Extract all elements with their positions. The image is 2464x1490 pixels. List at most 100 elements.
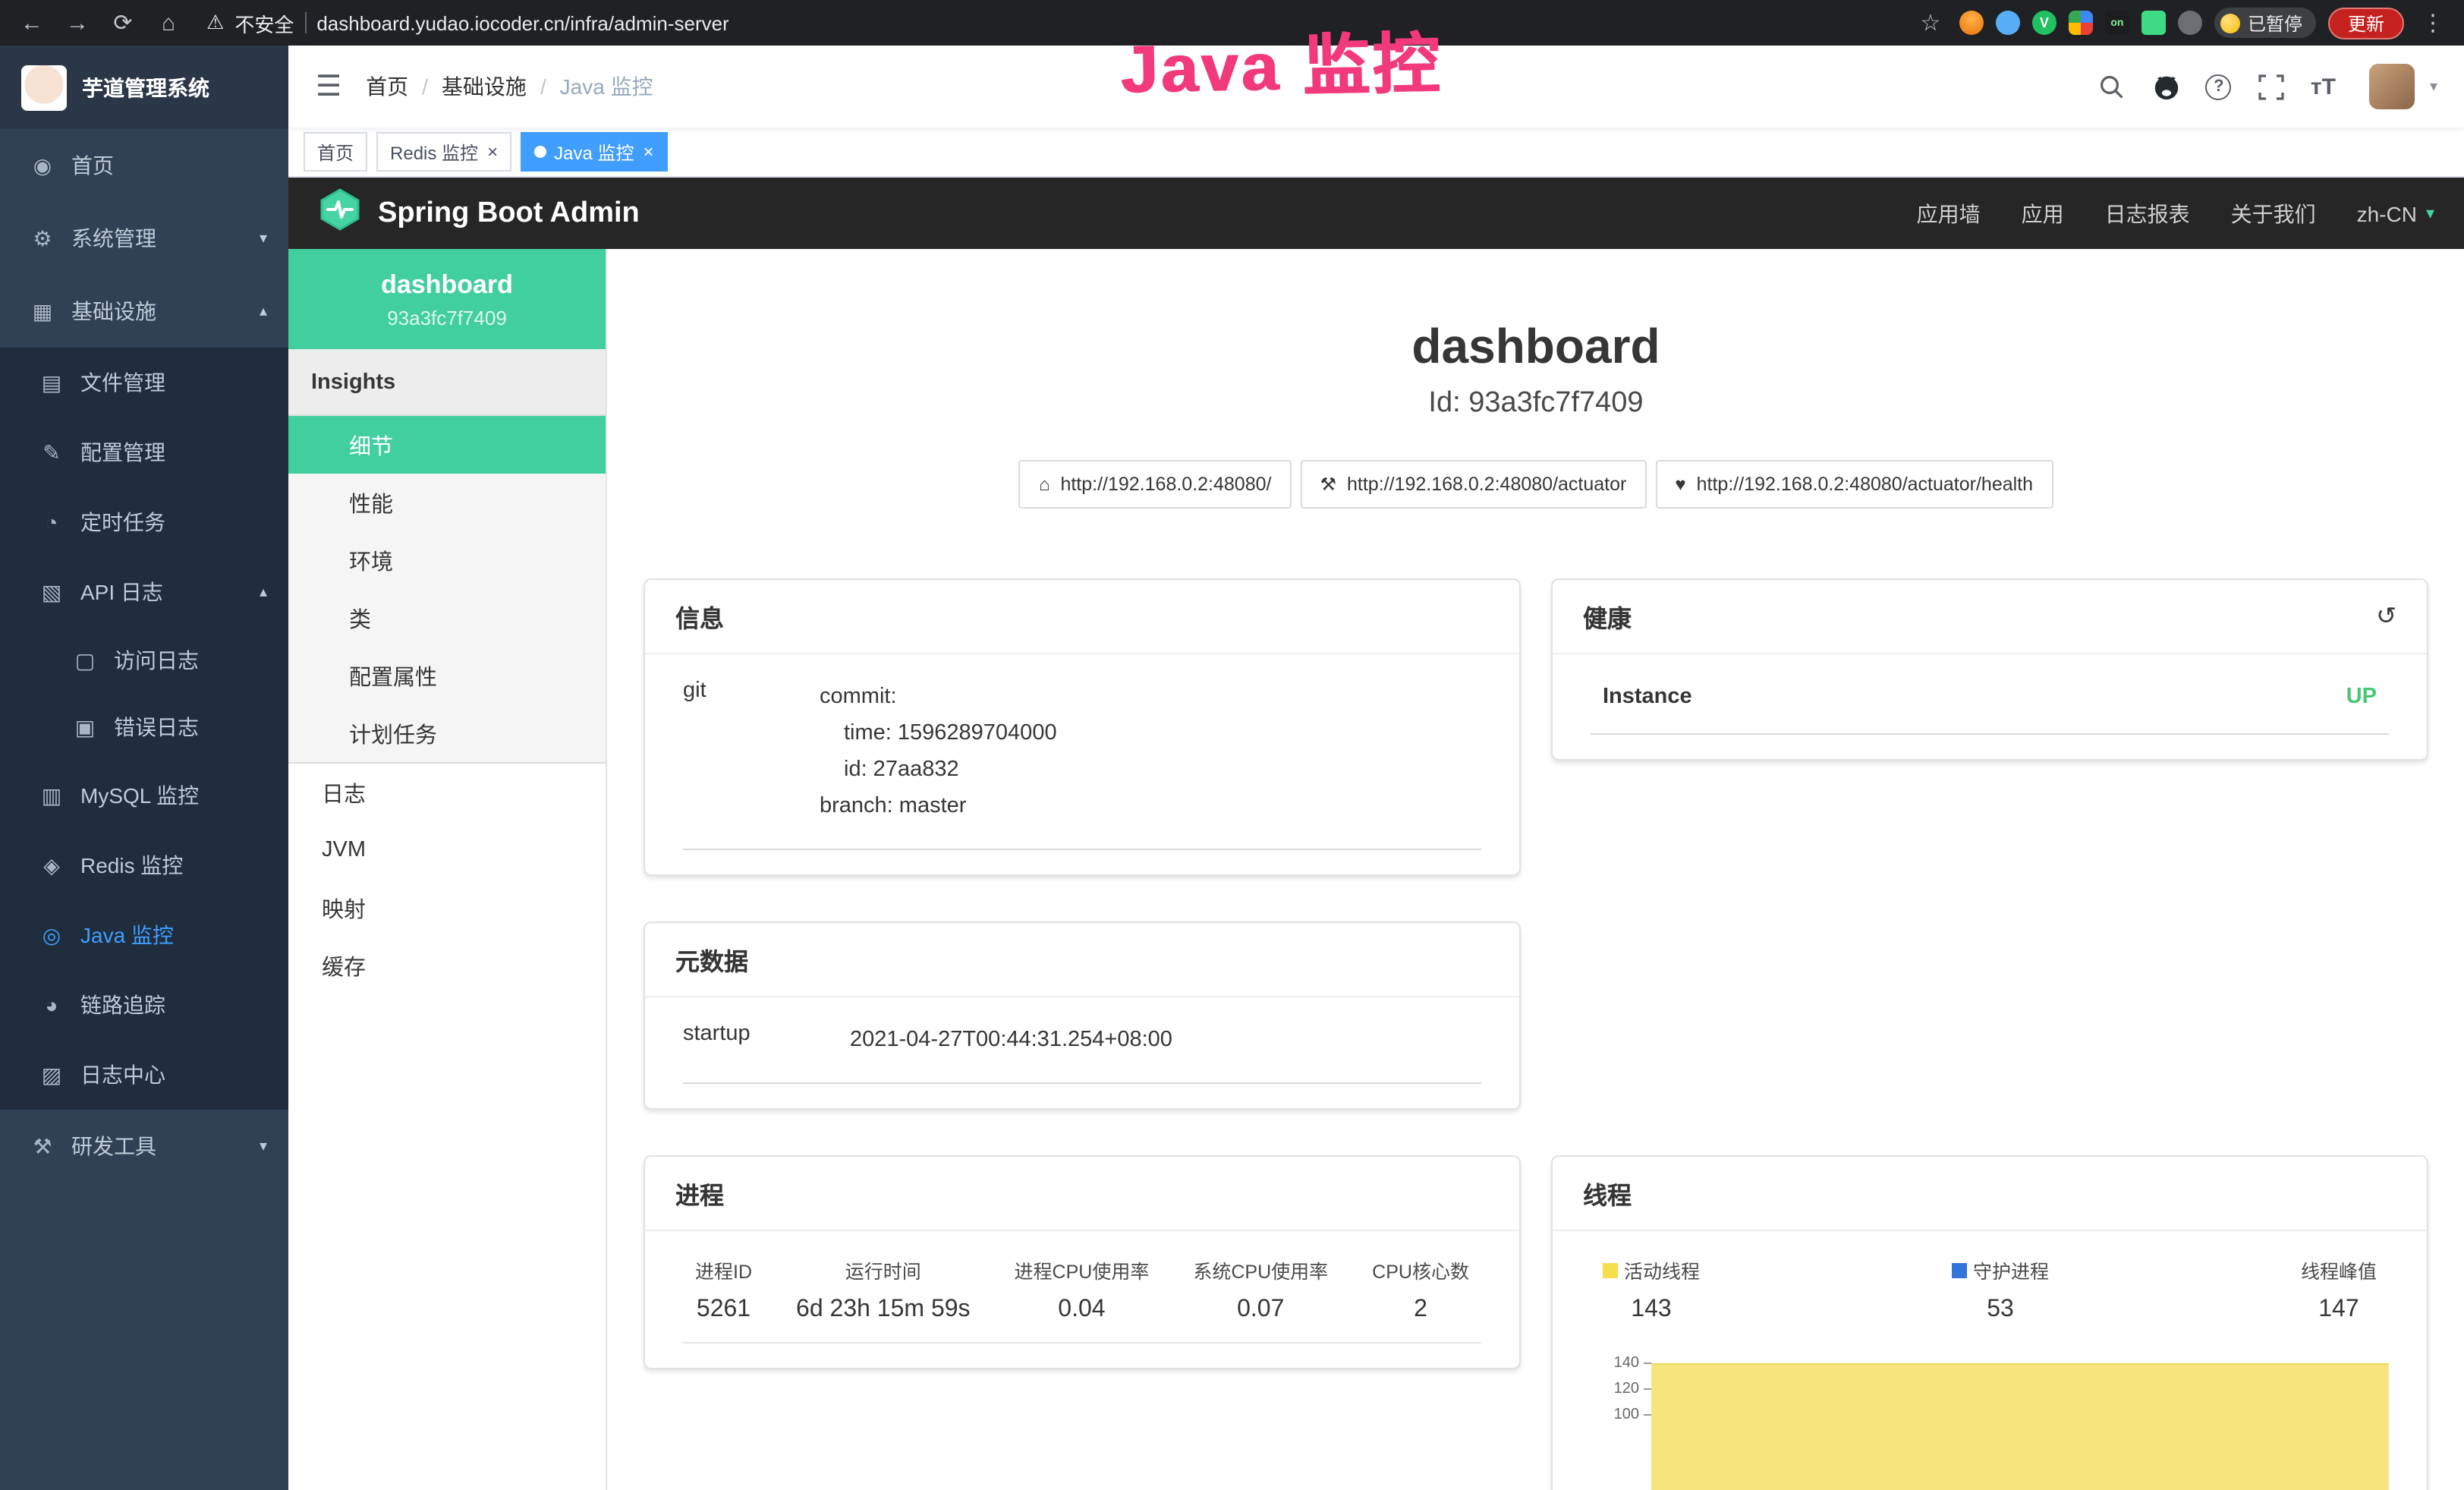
hamburger-icon[interactable]: ☰ [316, 69, 341, 104]
sba-item-config-props[interactable]: 配置属性 [288, 647, 606, 704]
breadcrumb-infrastructure[interactable]: 基础设施 [442, 71, 527, 102]
card-title: 元数据 [675, 941, 748, 978]
sba-nav-about[interactable]: 关于我们 [2231, 198, 2316, 228]
sba-item-jvm[interactable]: JVM [288, 821, 606, 879]
url-text[interactable]: dashboard.yudao.iocoder.cn/infra/admin-s… [316, 11, 729, 34]
sba-language-select[interactable]: zh-CN ▾ [2357, 201, 2434, 225]
metric-label: CPU核心数 [1372, 1255, 1469, 1284]
extension-puppeteer-icon[interactable] [2178, 11, 2202, 35]
sba-item-caches[interactable]: 缓存 [288, 937, 606, 994]
sidebar-item-config-management[interactable]: ✎配置管理 [0, 417, 288, 487]
folder-icon: ▤ [36, 370, 67, 395]
sidebar-item-file-management[interactable]: ▤文件管理 [0, 348, 288, 417]
sba-item-logs[interactable]: 日志 [288, 764, 606, 821]
sba-nav-wallboard[interactable]: 应用墙 [1917, 198, 1981, 228]
github-icon[interactable] [2151, 71, 2182, 102]
infrastructure-icon: ▦ [27, 298, 58, 324]
health-instance-row[interactable]: Instance UP [1591, 663, 2389, 735]
instance-health-link[interactable]: ♥http://192.168.0.2:48080/actuator/healt… [1655, 460, 2053, 509]
threads-chart: 140 120 100 [1591, 1354, 2389, 1490]
sidebar-item-java-monitor[interactable]: ◎Java 监控 [0, 900, 288, 970]
sba-nav-applications[interactable]: 应用 [2022, 198, 2064, 228]
spring-boot-admin-logo[interactable] [319, 188, 361, 238]
sidebar-item-label: 错误日志 [114, 712, 199, 742]
log-icon: ▧ [36, 579, 67, 605]
extension-check-icon[interactable]: V [2032, 11, 2056, 35]
sidebar-item-label: 配置管理 [80, 437, 165, 468]
browser-menu-icon[interactable]: ⋮ [2416, 9, 2450, 36]
sidebar-item-scheduled-jobs[interactable]: ◔ 定时任务 [0, 487, 288, 557]
sidebar-item-label: 定时任务 [80, 507, 165, 537]
help-icon[interactable]: ? [2206, 74, 2232, 99]
close-icon[interactable]: × [643, 143, 653, 161]
document-icon: ▣ [70, 714, 100, 740]
y-tick: 120 [1614, 1381, 1639, 1397]
tabs-bar: 首页 Redis 监控× Java 监控× [288, 128, 2464, 178]
chrome-update-button[interactable]: 更新 [2328, 7, 2404, 39]
home-icon[interactable]: ⌂ [152, 10, 185, 36]
instance-id-line: Id: 93a3fc7f7409 [644, 387, 2428, 421]
breadcrumb: 首页 / 基础设施 / Java 监控 [366, 71, 653, 102]
instance-actuator-link[interactable]: ⚒http://192.168.0.2:48080/actuator [1300, 460, 1646, 509]
metric-system-cpu: 系统CPU使用率0.07 [1193, 1255, 1328, 1324]
instance-id: 93a3fc7f7409 [301, 307, 593, 329]
fullscreen-icon[interactable] [2256, 71, 2286, 102]
sidebar-item-mysql-monitor[interactable]: ▥MySQL 监控 [0, 761, 288, 830]
tab-java-monitor[interactable]: Java 监控× [521, 132, 667, 172]
sidebar-item-access-logs[interactable]: ▢访问日志 [0, 627, 288, 694]
profile-paused-badge[interactable]: 已暂停 [2214, 8, 2316, 38]
timer-icon: ◔ [36, 510, 67, 534]
log-center-icon: ▨ [36, 1062, 67, 1088]
sidebar-item-system[interactable]: ⚙系统管理▾ [0, 202, 288, 275]
forward-icon[interactable]: → [61, 10, 94, 36]
extension-drop-icon[interactable] [1996, 11, 2020, 35]
metric-peak-threads: 线程峰值147 [2301, 1255, 2377, 1324]
sba-item-scheduled-tasks[interactable]: 计划任务 [288, 704, 606, 762]
tab-redis-monitor[interactable]: Redis 监控× [376, 132, 511, 172]
sba-item-environment[interactable]: 环境 [288, 531, 606, 589]
font-size-icon[interactable]: тT [2311, 74, 2336, 99]
extension-fox-icon[interactable] [1959, 11, 1984, 35]
info-git-row: git commit: time: 1596289704000 id: 27aa… [683, 663, 1481, 850]
close-icon[interactable]: × [487, 143, 498, 161]
reload-icon[interactable]: ⟳ [106, 9, 140, 36]
sba-item-classes[interactable]: 类 [288, 589, 606, 647]
language-label: zh-CN [2357, 201, 2417, 225]
sidebar-item-home[interactable]: ◉首页 [0, 129, 288, 202]
refresh-history-icon[interactable]: ↺ [2376, 601, 2396, 632]
chevron-up-icon: ▴ [260, 303, 267, 320]
chevron-down-icon[interactable]: ▾ [2430, 78, 2437, 95]
breadcrumb-separator: / [422, 74, 428, 99]
dashboard-icon: ◉ [27, 153, 58, 178]
sba-brand[interactable]: Spring Boot Admin [378, 197, 640, 230]
user-avatar[interactable] [2369, 64, 2415, 109]
sidebar-item-infrastructure[interactable]: ▦基础设施▴ [0, 275, 288, 348]
sidebar-item-api-logs[interactable]: ▧API 日志▴ [0, 557, 288, 627]
security-label[interactable]: 不安全 [234, 8, 294, 37]
chevron-down-icon: ▾ [2426, 203, 2434, 223]
sidebar-item-error-logs[interactable]: ▣ 错误日志 [0, 694, 288, 761]
logo-image [21, 65, 67, 110]
legend-label: 活动线程 [1624, 1255, 1700, 1284]
extension-grid-icon[interactable] [2069, 11, 2093, 35]
back-icon[interactable]: ← [15, 10, 49, 36]
sba-item-mappings[interactable]: 映射 [288, 879, 606, 937]
tab-home[interactable]: 首页 [304, 132, 367, 172]
address-bar[interactable]: ⚠ 不安全 dashboard.yudao.iocoder.cn/infra/a… [197, 8, 1902, 37]
sidebar-item-log-center[interactable]: ▨日志中心 [0, 1040, 288, 1110]
extension-leaf-icon[interactable] [2141, 11, 2166, 35]
info-card: 信息 git commit: time: 1596289704000 id: 2… [644, 578, 1521, 876]
instance-home-link[interactable]: ⌂http://192.168.0.2:48080/ [1019, 460, 1292, 509]
breadcrumb-home[interactable]: 首页 [366, 71, 408, 102]
search-icon[interactable] [2097, 71, 2127, 102]
sidebar-item-tracing[interactable]: ◕链路追踪 [0, 970, 288, 1040]
sba-item-metrics[interactable]: 性能 [288, 474, 606, 531]
metric-label: 进程ID [695, 1255, 752, 1284]
metric-pid: 进程ID5261 [695, 1255, 752, 1324]
extension-on-badge-icon[interactable]: on [2105, 11, 2129, 35]
sidebar-item-dev-tools[interactable]: ⚒研发工具▾ [0, 1110, 288, 1183]
bookmark-star-icon[interactable]: ☆ [1914, 9, 1947, 36]
sba-nav-journal[interactable]: 日志报表 [2105, 198, 2190, 228]
sidebar-item-redis-monitor[interactable]: ◈Redis 监控 [0, 830, 288, 900]
sba-item-details[interactable]: 细节 [288, 416, 606, 474]
